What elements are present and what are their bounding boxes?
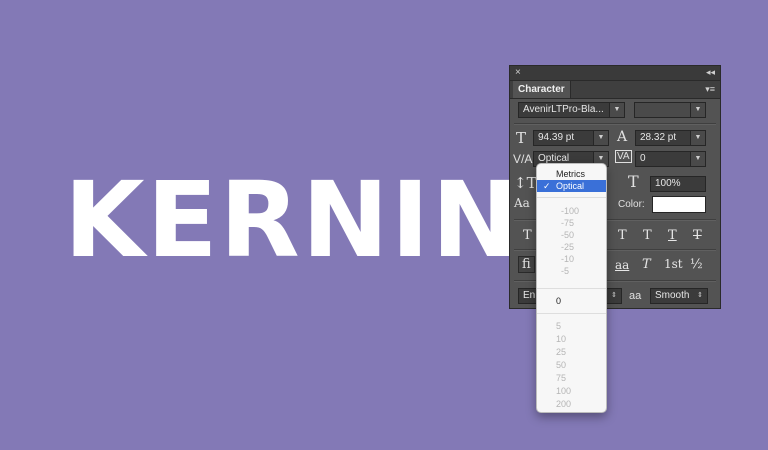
menu-item-positive: 200 [556,399,572,409]
tracking-field[interactable]: 0 ▼ [635,151,706,167]
menu-item-positive: 100 [556,386,572,396]
font-size-icon: T [516,129,527,147]
horizontal-scale-value: 100% [655,178,681,189]
menu-item-negative: -10 [561,254,575,264]
vertical-scale-icon: ↕T [514,174,537,192]
menu-divider [537,313,606,314]
antialias-value: Smooth [655,290,690,301]
language-value: En [523,290,536,301]
panel-tab-row: Character ▾≡ [510,81,720,99]
menu-item-label: Optical [556,181,585,191]
panel-titlebar: × ◂◂ [510,66,720,81]
chevron-down-icon: ▼ [690,103,705,117]
menu-item-metrics[interactable]: Metrics [537,168,606,180]
menu-item-positive: 5 [556,321,562,331]
font-size-field[interactable]: 94.39 pt ▼ [533,130,609,146]
antialias-select[interactable]: Smooth ⇕ [650,288,708,304]
horizontal-scale-icon: T [628,172,639,191]
menu-item-zero[interactable]: 0 [537,295,606,307]
chevron-down-icon: ▼ [690,131,705,145]
tab-character[interactable]: Character [513,81,571,98]
chevron-updown-icon: ⇕ [607,289,621,303]
fractions-button[interactable]: ½ [690,257,703,272]
menu-item-positive: 25 [556,347,567,357]
menu-item-negative: -5 [561,266,570,276]
divider [514,123,716,125]
kerning-icon: V/A [513,152,533,166]
ordinals-button[interactable]: 1st [664,257,683,271]
menu-item-negative: -25 [561,242,575,252]
menu-item-positive: 50 [556,360,567,370]
font-style-select: ▼ [634,102,706,118]
leading-field[interactable]: 28.32 pt ▼ [635,130,706,146]
ligatures-button[interactable]: ﬁ [518,256,535,273]
chevron-down-icon: ▼ [690,152,705,166]
tracking-value: 0 [640,153,646,164]
antialias-icon: aa [629,290,642,302]
leading-icon: A [617,129,628,145]
horizontal-scale-field[interactable]: 100% [650,176,706,192]
superscript-button[interactable]: T [618,228,627,243]
collapse-icon[interactable]: ◂◂ [706,67,715,78]
color-swatch[interactable] [652,196,706,213]
panel-menu-icon[interactable]: ▾≡ [705,84,715,95]
titling-alternates-button[interactable]: T [642,257,651,272]
underline-button[interactable]: T [668,228,677,243]
menu-item-negative: -50 [561,230,575,240]
menu-item-positive: 10 [556,334,567,344]
subscript-button[interactable]: T [643,228,652,243]
baseline-shift-icon: Aa [514,196,530,210]
menu-item-negative: -75 [561,218,575,228]
menu-item-positive: 75 [556,373,567,383]
menu-divider [537,197,606,198]
chevron-down-icon: ▼ [593,131,608,145]
font-family-select[interactable]: AvenirLTPro-Bla... ▼ [518,102,625,118]
tracking-icon: VA [615,150,632,163]
font-size-value: 94.39 pt [538,132,575,143]
menu-divider [537,288,606,289]
faux-bold-button[interactable]: T [523,228,532,243]
chevron-down-icon: ▼ [609,103,624,117]
chevron-updown-icon: ⇕ [693,289,707,303]
menu-item-optical[interactable]: ✓ Optical [537,180,606,192]
close-icon[interactable]: × [515,67,521,78]
leading-value: 28.32 pt [640,132,677,143]
menu-item-label: Metrics [556,169,585,179]
stylistic-alternates-button[interactable]: aa [615,258,629,272]
checkmark-icon: ✓ [543,181,551,191]
color-label: Color: [618,199,645,210]
menu-item-negative: -100 [561,206,580,216]
font-family-value: AvenirLTPro-Bla... [523,104,604,115]
strikethrough-button[interactable]: T [693,228,702,243]
kerning-dropdown-menu: Metrics ✓ Optical -100 -75 -50 -25 -10 -… [536,163,607,413]
